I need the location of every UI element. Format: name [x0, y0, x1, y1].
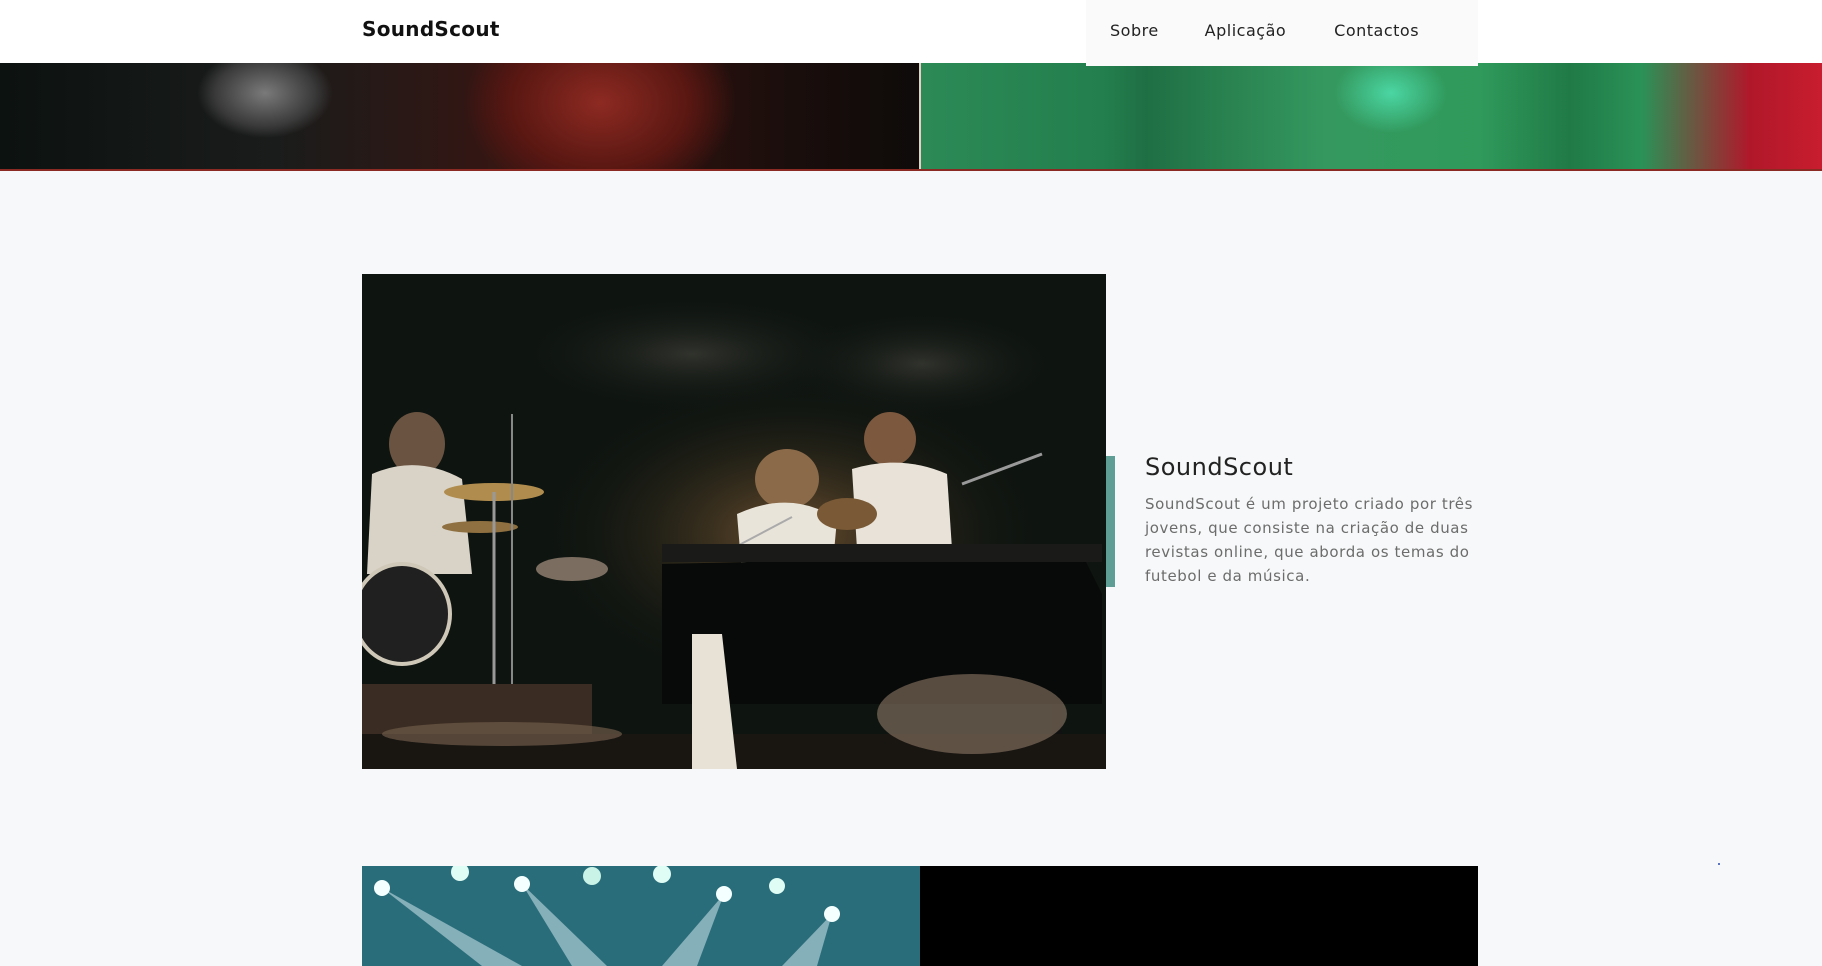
nav-links: Sobre Aplicação Contactos: [1086, 0, 1478, 66]
nav-item-aplicacao[interactable]: Aplicação: [1205, 21, 1286, 40]
stage-lights-illustration: [362, 866, 920, 966]
nav-item-contactos[interactable]: Contactos: [1334, 21, 1419, 40]
concert-illustration: [362, 274, 1106, 769]
about-title: SoundScout: [1145, 453, 1294, 481]
hero-image-football: [921, 63, 1822, 169]
accent-bar: [1106, 456, 1115, 587]
navbar: SoundScout Sobre Aplicação Contactos: [0, 0, 1822, 66]
nav-item-sobre[interactable]: Sobre: [1110, 21, 1159, 40]
stage-lights-photo: [362, 866, 920, 966]
band-concert-photo: [362, 274, 1106, 769]
decorative-dot: [1718, 863, 1720, 865]
hero-banner: [0, 63, 1822, 171]
about-description: SoundScout é um projeto criado por três …: [1145, 495, 1474, 585]
bottom-dark-panel: [920, 866, 1478, 966]
hero-image-music: [0, 63, 919, 169]
brand-logo[interactable]: SoundScout: [362, 17, 500, 41]
